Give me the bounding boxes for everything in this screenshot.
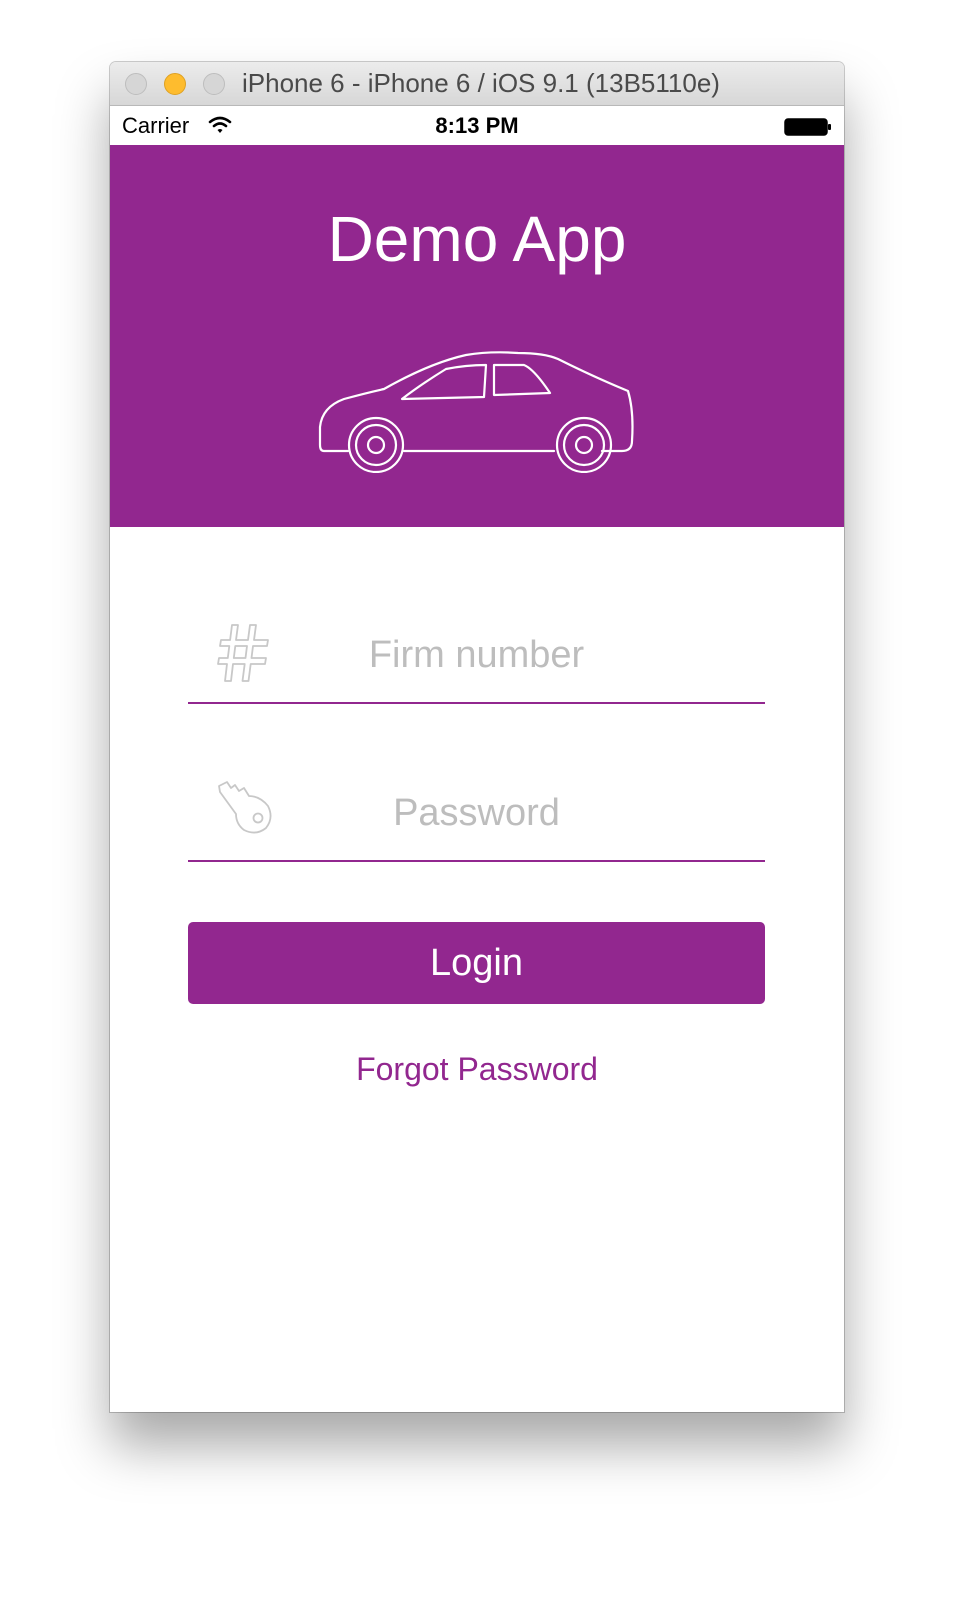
firm-number-input[interactable] (188, 630, 765, 680)
forgot-password-link[interactable]: Forgot Password (110, 1048, 844, 1090)
login-button[interactable]: Login (188, 922, 765, 1004)
simulator-window: iPhone 6 - iPhone 6 / iOS 9.1 (13B5110e)… (110, 62, 844, 1412)
window-title: iPhone 6 - iPhone 6 / iOS 9.1 (13B5110e) (242, 68, 720, 98)
minimize-window-button[interactable] (164, 73, 186, 95)
app-title: Demo App (327, 203, 627, 275)
window-titlebar[interactable]: iPhone 6 - iPhone 6 / iOS 9.1 (13B5110e) (110, 62, 844, 106)
close-window-button[interactable] (125, 73, 147, 95)
app-header: Demo App (110, 145, 844, 527)
battery-icon (784, 118, 831, 136)
firm-number-field[interactable] (188, 612, 765, 704)
status-bar: Carrier 8:13 PM (110, 106, 844, 145)
zoom-window-button[interactable] (203, 73, 225, 95)
password-field[interactable] (188, 770, 765, 862)
password-input[interactable] (188, 788, 765, 838)
car-icon (318, 351, 634, 473)
clock: 8:13 PM (435, 113, 519, 138)
